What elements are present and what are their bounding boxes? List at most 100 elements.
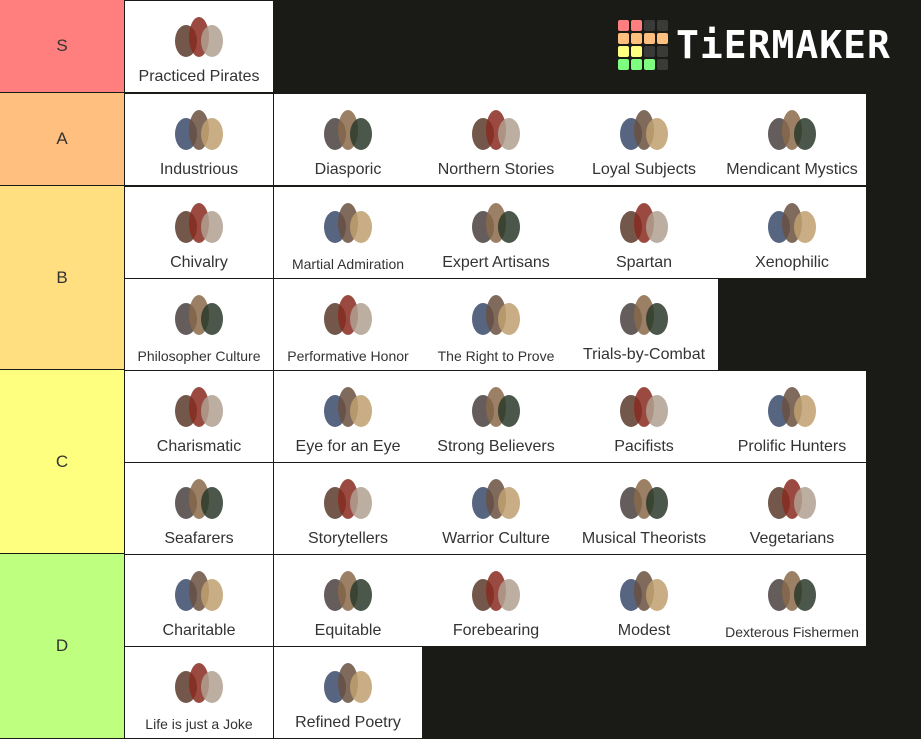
tier-item-label: Seafarers [164,530,234,547]
giving-icon [175,571,223,611]
tier-item-label: Trials-by-Combat [582,346,706,363]
tier-item[interactable]: Pacifists [570,371,718,462]
judge-icon [324,387,372,427]
tier-item[interactable]: Trials-by-Combat [570,279,718,370]
tier-item[interactable]: Expert Artisans [422,187,570,278]
tier-item-label: Eye for an Eye [295,438,401,455]
tier-item[interactable]: Life is just a Joke [125,647,273,738]
tier-item[interactable]: Loyal Subjects [570,94,718,185]
traveler-icon [175,663,223,703]
tier-item[interactable]: Charitable [125,555,273,646]
tier-label-s[interactable]: S [0,0,124,92]
tier-item[interactable]: Industrious [125,94,273,185]
tier-item-label: Northern Stories [437,161,555,178]
tier-label-d[interactable]: D [0,554,124,738]
tier-item[interactable]: Dexterous Fishermen [718,555,866,646]
artisan-icon [620,571,668,611]
logo-square [644,33,655,44]
tier-item-label: Chivalry [170,254,228,271]
believers-icon [472,387,520,427]
tier-item[interactable]: Xenophilic [718,187,866,278]
warriors-icon [472,479,520,519]
tier-item-label: Mendicant Mystics [726,161,858,178]
tier-item-label: Charitable [162,622,236,639]
tier-item[interactable]: Eye for an Eye [274,371,422,462]
storyteller-icon [324,479,372,519]
tier-item-label: Charismatic [156,438,242,455]
throne-hall-icon [620,203,668,243]
logo-square [618,46,629,57]
tier-item-label: Forebearing [452,622,540,639]
tier-item[interactable]: Strong Believers [422,371,570,462]
shields-icon [175,17,223,57]
quill-scroll-icon [324,663,372,703]
tier-item-label: Pacifists [614,438,674,455]
scholar-icon [472,571,520,611]
traveler-icon [324,110,372,150]
tools-icon [175,110,223,150]
tier-item-label: Storytellers [307,530,389,547]
crossed-axes-icon [620,295,668,335]
mystic-icon [768,110,816,150]
tier-item-label: Prolific Hunters [737,438,847,455]
tier-item-label: Modest [617,622,671,639]
scholar-icon [175,295,223,335]
logo-square [657,46,668,57]
tier-item-label: Diasporic [314,161,382,178]
tier-item-label: Xenophilic [755,254,829,271]
two-people-icon [768,203,816,243]
tier-item[interactable]: Philosopher Culture [125,279,273,370]
tier-item[interactable]: Refined Poetry [274,647,422,738]
logo-square [618,59,629,70]
logo-square [657,20,668,31]
tier-item[interactable]: Modest [570,555,718,646]
knight-horse-icon [175,203,223,243]
tier-item-label: Spartan [615,254,673,271]
tier-item[interactable]: Vegetarians [718,463,866,554]
tier-item-label: Practiced Pirates [138,68,260,85]
logo-square [631,20,642,31]
tier-item-label: Equitable [314,622,382,639]
tier-item[interactable]: Equitable [274,555,422,646]
tier-item-label: Refined Poetry [295,714,401,731]
tier-item[interactable]: Warrior Culture [422,463,570,554]
tier-item[interactable]: Spartan [570,187,718,278]
tier-item-label: Martial Admiration [291,256,405,272]
tier-item[interactable]: Performative Honor [274,279,422,370]
tier-item[interactable]: Mendicant Mystics [718,94,866,185]
logo-square [657,33,668,44]
logo-square [644,20,655,31]
standing-stones-icon [472,110,520,150]
tier-label-a[interactable]: A [0,93,124,185]
tier-item-label: Warrior Culture [442,530,550,547]
knight-horse-icon [324,203,372,243]
tier-label-c[interactable]: C [0,370,124,553]
logo-grid-icon [618,20,668,70]
artisan-icon [472,203,520,243]
logo-text: TiERMAKER [676,23,891,67]
tier-item[interactable]: Forebearing [422,555,570,646]
tier-item-label: Vegetarians [749,530,835,547]
tier-item[interactable]: Musical Theorists [570,463,718,554]
tier-item-label: Strong Believers [437,438,555,455]
tier-item[interactable]: Practiced Pirates [125,1,273,92]
tier-item-label: Musical Theorists [581,530,707,547]
warrior-shield-icon [324,295,372,335]
tier-item[interactable]: Martial Admiration [274,187,422,278]
tier-item[interactable]: Northern Stories [422,94,570,185]
tier-item[interactable]: The Right to Prove [422,279,570,370]
tier-item[interactable]: Chivalry [125,187,273,278]
logo-square [631,59,642,70]
tiermaker-logo: TiERMAKER [618,20,891,70]
logo-square [644,59,655,70]
vegetables-icon [768,479,816,519]
logo-square [618,20,629,31]
tier-item[interactable]: Storytellers [274,463,422,554]
tier-item[interactable]: Diasporic [274,94,422,185]
tier-item[interactable]: Prolific Hunters [718,371,866,462]
tier-item-label: Expert Artisans [442,254,550,271]
tier-item[interactable]: Seafarers [125,463,273,554]
tier-item[interactable]: Charismatic [125,371,273,462]
logo-square [631,33,642,44]
tier-label-b[interactable]: B [0,186,124,369]
